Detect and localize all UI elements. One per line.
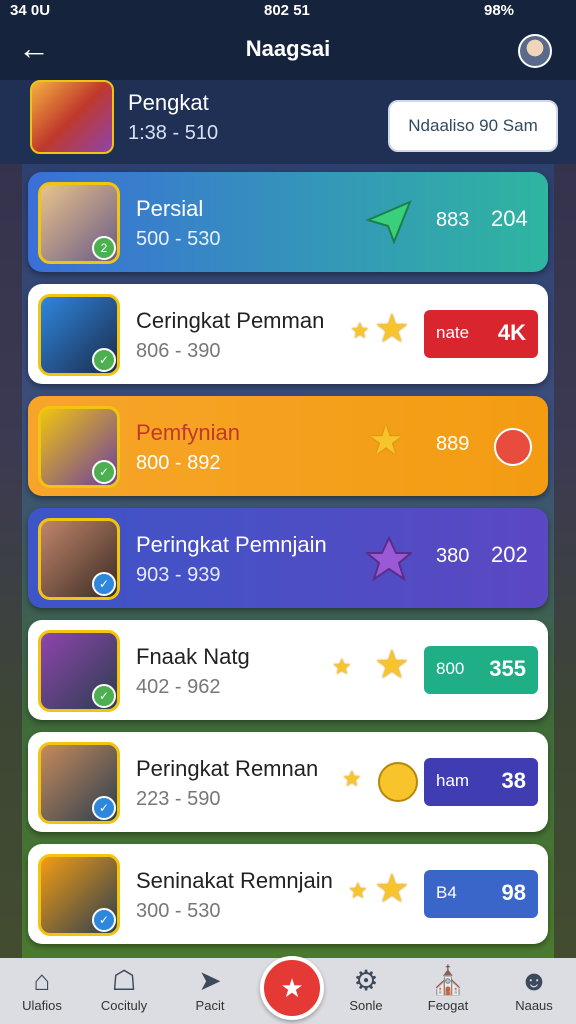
row-value-1: 883 bbox=[436, 209, 470, 231]
small-star-icon: ★ bbox=[350, 318, 370, 343]
nav-item-post[interactable]: ➤ Pacit bbox=[162, 958, 258, 1024]
rank-badge-icon: ✓ bbox=[92, 572, 116, 596]
profile-avatar-icon[interactable] bbox=[518, 34, 552, 68]
row-name: Persial bbox=[136, 196, 204, 221]
bottom-nav: ⌂ Ulafios ☖ Cocituly ➤ Pacit ★ ⚙ Sonle ⛪… bbox=[0, 956, 576, 1024]
send-arrow-icon bbox=[366, 200, 412, 244]
small-star-icon: ★ bbox=[332, 654, 352, 679]
row-range: 402 - 962 bbox=[136, 676, 221, 698]
page-title: Naagsai bbox=[245, 36, 331, 61]
shop-icon: ⛪ bbox=[430, 965, 466, 996]
signal-label: 34 0U bbox=[10, 2, 51, 19]
nav-label: Feogat bbox=[427, 998, 469, 1013]
home-icon: ☖ bbox=[111, 965, 137, 996]
player-name: Pengkat bbox=[128, 90, 209, 115]
star-icon: ★ bbox=[374, 643, 410, 687]
status-bar: 34 0U 802 51 98% bbox=[0, 0, 576, 22]
list-item[interactable]: ✓ Seninakat Remnjain 300 - 530 ★ ★ B4 98 bbox=[28, 844, 548, 944]
nav-label: Pacit bbox=[195, 998, 225, 1013]
pill-label: nate bbox=[436, 323, 470, 342]
user-icon: ☻ bbox=[519, 965, 549, 996]
pill-label: ham bbox=[436, 771, 470, 790]
nav-item-profile[interactable]: ☻ Naaus bbox=[486, 958, 576, 1024]
pill-value: 355 bbox=[489, 656, 526, 681]
row-name: Pemfynian bbox=[136, 420, 240, 445]
nav-label: Ulafios bbox=[22, 998, 62, 1013]
list-item[interactable]: ✓ Pemfynian 800 - 892 ★ 889 bbox=[28, 396, 548, 496]
pill-value: 98 bbox=[501, 880, 526, 905]
record-button-icon[interactable] bbox=[494, 428, 532, 466]
star-icon: ★ bbox=[280, 973, 304, 1003]
row-value-1: 380 bbox=[436, 545, 470, 567]
row-name: Seninakat Remnjain bbox=[136, 868, 333, 893]
list-item[interactable]: ✓ Peringkat Remnan 223 - 590 ★ ham 38 bbox=[28, 732, 548, 832]
score-pill: nate 4K bbox=[424, 310, 538, 358]
battery-level: 98% bbox=[484, 2, 515, 19]
nav-item-shop[interactable]: ⛪ Feogat bbox=[400, 958, 496, 1024]
row-range: 300 - 530 bbox=[136, 900, 221, 922]
send-icon: ➤ bbox=[198, 965, 222, 996]
nav-label: Cocituly bbox=[100, 998, 148, 1013]
list-item[interactable]: ✓ Ceringkat Pemman 806 - 390 ★ ★ nate 4K bbox=[28, 284, 548, 384]
nav-label: Naaus bbox=[515, 998, 553, 1013]
list-item[interactable]: ✓ Peringkat Pemnjain 903 - 939 380 202 bbox=[28, 508, 548, 608]
row-name: Ceringkat Pemman bbox=[136, 308, 325, 333]
rank-badge-icon: ✓ bbox=[92, 684, 116, 708]
small-star-icon: ★ bbox=[348, 878, 368, 903]
pill-value: 38 bbox=[501, 768, 526, 793]
row-range: 223 - 590 bbox=[136, 788, 221, 810]
center-star-button[interactable]: ★ bbox=[260, 956, 324, 1020]
star-icon: ★ bbox=[374, 307, 410, 351]
row-value-2: 204 bbox=[491, 206, 528, 231]
clock: 802 51 bbox=[264, 2, 310, 19]
row-value-1: 889 bbox=[436, 433, 470, 455]
purple-star-icon bbox=[366, 536, 412, 582]
list-item[interactable]: 2 Persial 500 - 530 883 204 bbox=[28, 172, 548, 272]
action-button[interactable]: Ndaaliso 90 Sam bbox=[388, 100, 558, 152]
star-icon: ★ bbox=[368, 419, 404, 463]
list-item[interactable]: ✓ Fnaak Natg 402 - 962 ★ ★ 800 355 bbox=[28, 620, 548, 720]
nav-item-community[interactable]: ☖ Cocituly bbox=[76, 958, 172, 1024]
row-range: 500 - 530 bbox=[136, 228, 221, 250]
row-range: 903 - 939 bbox=[136, 564, 221, 586]
rank-badge-icon: ✓ bbox=[92, 908, 116, 932]
small-star-icon: ★ bbox=[342, 766, 362, 791]
pill-value: 4K bbox=[497, 320, 526, 345]
pill-label: B4 bbox=[436, 883, 457, 902]
rank-badge-icon: ✓ bbox=[92, 796, 116, 820]
row-range: 800 - 892 bbox=[136, 452, 221, 474]
rank-badge-icon: 2 bbox=[92, 236, 116, 260]
row-range: 806 - 390 bbox=[136, 340, 221, 362]
player-range: 1:38 - 510 bbox=[128, 122, 219, 144]
app-header: ← Naagsai bbox=[0, 22, 576, 80]
row-name: Peringkat Remnan bbox=[136, 756, 319, 781]
rank-badge-icon: ✓ bbox=[92, 460, 116, 484]
rank-badge-icon: ✓ bbox=[92, 348, 116, 372]
score-pill: ham 38 bbox=[424, 758, 538, 806]
row-value-2: 202 bbox=[491, 542, 528, 567]
nav-label: Sonle bbox=[349, 998, 383, 1013]
row-name: Fnaak Natg bbox=[136, 644, 250, 669]
player-avatar bbox=[30, 80, 114, 154]
star-icon: ★ bbox=[374, 867, 410, 911]
current-player-card: Pengkat 1:38 - 510 Ndaaliso 90 Sam bbox=[0, 80, 576, 164]
coin-icon bbox=[378, 762, 418, 802]
row-name: Peringkat Pemnjain bbox=[136, 532, 327, 557]
pill-label: 800 bbox=[436, 659, 465, 678]
score-pill: 800 355 bbox=[424, 646, 538, 694]
score-pill: B4 98 bbox=[424, 870, 538, 918]
